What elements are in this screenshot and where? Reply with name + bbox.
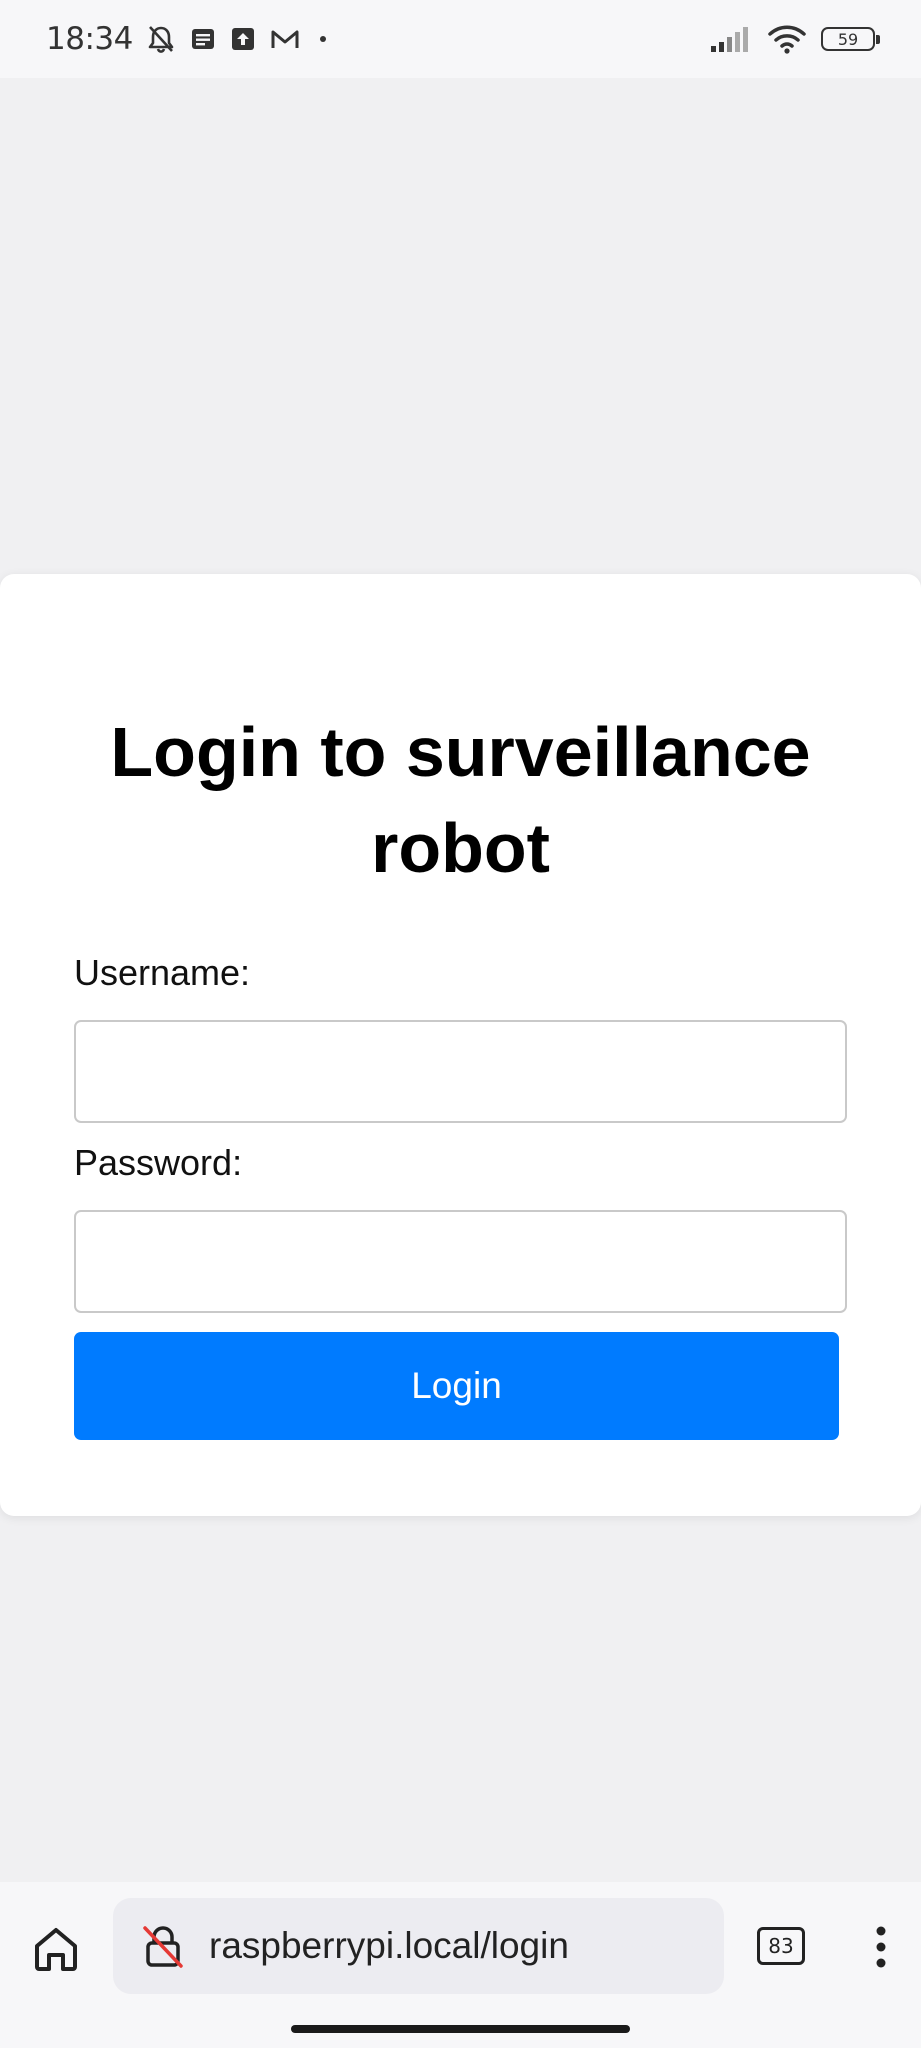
home-icon xyxy=(30,1922,82,1974)
login-card: Login to surveillance robot Username: Pa… xyxy=(0,574,921,1516)
address-bar[interactable]: raspberrypi.local/login xyxy=(113,1898,724,1994)
upload-icon xyxy=(229,25,257,53)
gesture-handle[interactable] xyxy=(291,2025,630,2033)
login-button[interactable]: Login xyxy=(74,1332,839,1440)
wifi-icon xyxy=(767,23,807,55)
page-title: Login to surveillance robot xyxy=(110,713,811,887)
signal-icon xyxy=(709,24,753,54)
browser-bottom-bar: raspberrypi.local/login 83 xyxy=(0,1882,921,2048)
more-menu-button[interactable] xyxy=(866,1922,896,1972)
status-left: 18:34 xyxy=(46,21,333,57)
username-input[interactable] xyxy=(74,1020,847,1123)
tabs-icon[interactable]: 83 xyxy=(757,1927,805,1965)
insecure-lock-icon[interactable] xyxy=(137,1920,189,1972)
more-vert-icon xyxy=(874,1924,888,1970)
bell-off-icon xyxy=(145,23,177,55)
username-label: Username: xyxy=(74,952,251,993)
tab-count: 83 xyxy=(768,1934,794,1958)
status-bar: 18:34 59 xyxy=(0,0,921,78)
url-text[interactable]: raspberrypi.local/login xyxy=(209,1925,569,1967)
gmail-icon xyxy=(269,25,301,53)
password-input[interactable] xyxy=(74,1210,847,1313)
message-icon xyxy=(189,25,217,53)
dot-icon xyxy=(313,29,333,49)
battery-level: 59 xyxy=(837,29,859,49)
password-label: Password: xyxy=(74,1142,243,1183)
status-time: 18:34 xyxy=(46,21,133,57)
battery-icon: 59 xyxy=(821,27,880,51)
status-right: 59 xyxy=(709,23,880,55)
home-button[interactable] xyxy=(26,1918,86,1978)
